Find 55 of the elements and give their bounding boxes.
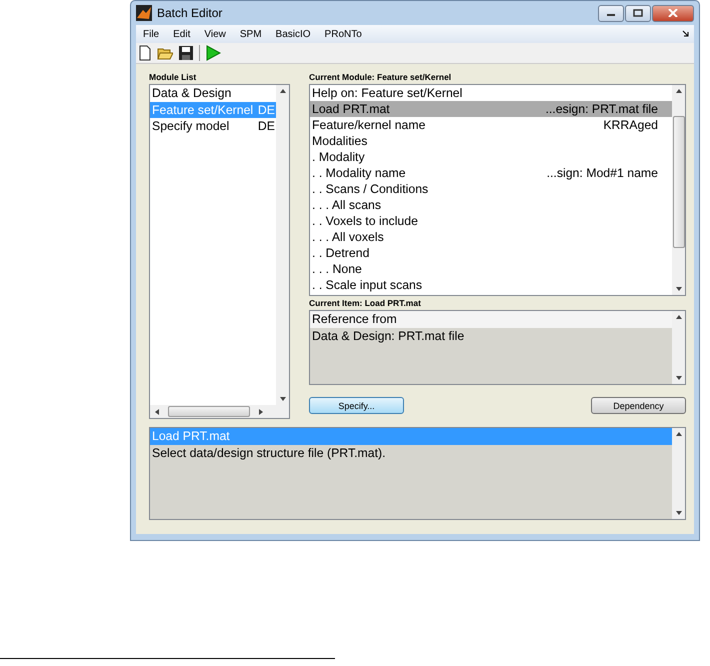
list-item[interactable]: . . Modality name ...sign: Mod#1 name [310,165,672,181]
scrollbar[interactable] [672,311,685,384]
specify-button[interactable]: Specify... [309,397,404,414]
scroll-arrow-icon[interactable] [676,88,682,94]
scroll-arrow-icon[interactable] [676,510,682,516]
maximize-button[interactable] [625,4,651,22]
window-title: Batch Editor [157,6,222,20]
list-item[interactable]: Help on: Feature set/Kernel [310,85,672,101]
list-item[interactable]: . . . All voxels [310,229,672,245]
scrollbar[interactable] [276,85,289,405]
list-item[interactable]: Feature/kernel name KRRAged [310,117,672,133]
panel-label: Current Item: Load PRT.mat [309,297,422,310]
list-item[interactable]: Data & Design: PRT.mat file [310,328,672,344]
scroll-arrow-icon[interactable] [258,408,264,414]
save-icon[interactable] [178,45,194,61]
menu-item[interactable]: Edit [166,28,198,40]
scrollbar[interactable] [672,85,685,295]
new-file-icon[interactable] [138,45,152,61]
list-item[interactable]: . . . None [310,261,672,277]
dependency-button[interactable]: Dependency [591,397,686,414]
list-item[interactable]: . . Detrend [310,245,672,261]
menu-item[interactable]: BasicIO [268,28,318,40]
scroll-arrow-icon[interactable] [676,431,682,437]
menu-item[interactable]: View [197,28,233,40]
scrollbar[interactable] [672,428,685,519]
maximize-icon [633,9,643,17]
list-item[interactable]: . . Scale input scans [310,277,672,293]
scroll-arrow-icon[interactable] [280,88,286,94]
help-line: Select data/design structure file (PRT.mat). [151,444,387,461]
list-item[interactable]: . . . All scans [310,197,672,213]
panel-label: Current Module: Feature set/Kernel [309,71,452,84]
panel-label: Module List [149,71,198,84]
app-icon [136,5,152,21]
module-item[interactable]: Specify model DE [150,118,276,134]
menu-item[interactable]: PRoNTo [318,28,369,40]
module-item[interactable]: Data & Design [150,85,276,102]
list-item[interactable]: . . Scans / Conditions [310,181,672,197]
close-icon [668,9,678,17]
list-item[interactable]: Load PRT.mat ...esign: PRT.mat file [310,101,672,117]
list-item[interactable]: Modalities [310,133,672,149]
scroll-arrow-icon[interactable] [154,408,160,414]
menu-item[interactable]: SPM [232,28,269,40]
scroll-arrow-icon[interactable] [676,375,682,381]
scroll-arrow-icon[interactable] [280,396,286,402]
close-button[interactable] [652,4,694,22]
list-item[interactable]: Reference from [310,311,672,328]
minimize-button[interactable] [598,4,624,22]
scrollbar[interactable] [150,405,289,418]
dock-arrow-icon[interactable] [682,30,690,38]
list-item[interactable]: . Modality [310,149,672,165]
menu-item[interactable]: File [136,28,166,40]
list-item[interactable]: . . Voxels to include [310,213,672,229]
scroll-arrow-icon[interactable] [676,286,682,292]
run-icon[interactable] [205,45,221,61]
scroll-arrow-icon[interactable] [676,314,682,320]
